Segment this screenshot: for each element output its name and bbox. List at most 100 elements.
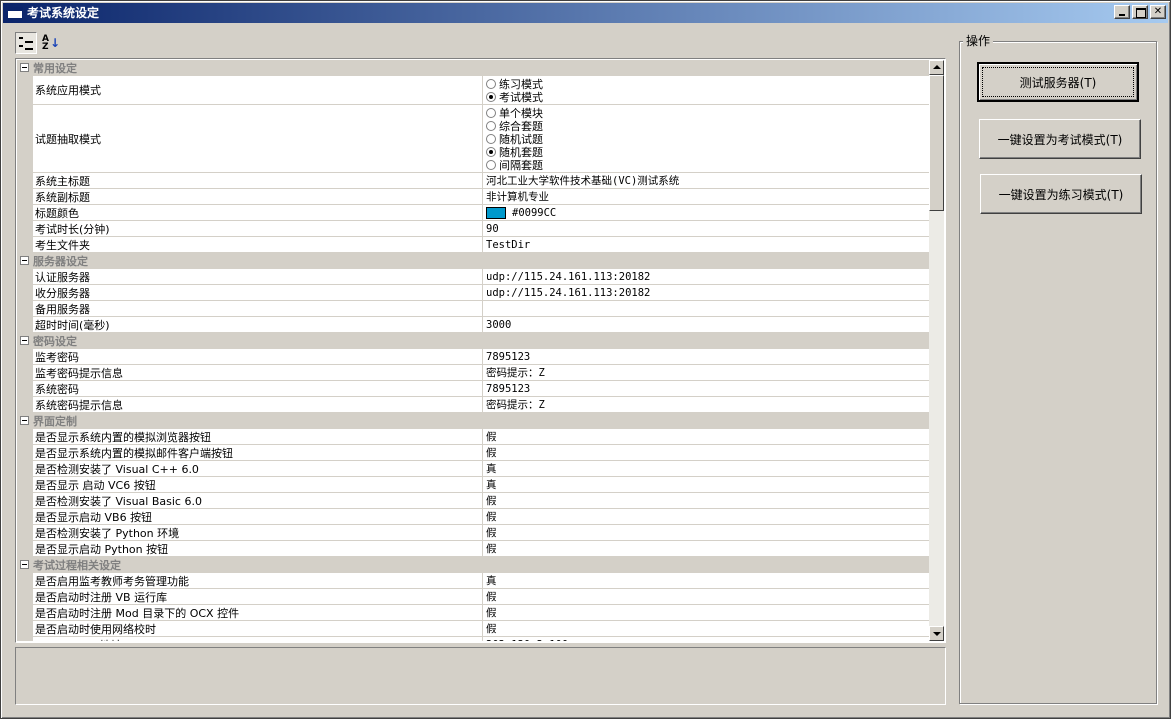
property-row[interactable]: 是否检测安装了 Visual C++ 6.0 真 (17, 461, 929, 477)
row-gutter (17, 429, 33, 444)
property-row[interactable]: 是否显示启动 VB6 按钮假 (17, 509, 929, 525)
category-row[interactable]: 服务器设定 (17, 253, 929, 269)
category-row[interactable]: 密码设定 (17, 333, 929, 349)
property-row[interactable]: 认证服务器 udp://115.24.161.113:20182 (17, 269, 929, 285)
property-row[interactable]: 收分服务器 udp://115.24.161.113:20182 (17, 285, 929, 301)
row-gutter (17, 461, 33, 476)
property-value[interactable]: 密码提示：Z (483, 365, 929, 380)
property-radio-value[interactable]: 单个模块 综合套题 随机试题 随机套题 间隔套题 (483, 105, 929, 172)
property-value[interactable]: udp://115.24.161.113:20182 (483, 285, 929, 300)
property-radio-value[interactable]: 练习模式 考试模式 (483, 76, 929, 104)
collapse-icon[interactable] (20, 560, 29, 569)
row-gutter (17, 509, 33, 524)
collapse-icon[interactable] (20, 63, 29, 72)
property-value[interactable]: 假 (483, 621, 929, 636)
row-gutter (17, 381, 33, 396)
collapse-icon[interactable] (20, 416, 29, 425)
property-row[interactable]: 是否启用监考教师考务管理功能真 (17, 573, 929, 589)
property-value[interactable] (483, 301, 929, 316)
alphabetical-view-button[interactable]: A Z ↓ (40, 32, 62, 54)
property-value[interactable]: 真 (483, 461, 929, 476)
category-row[interactable]: 常用设定 (17, 60, 929, 76)
row-gutter (17, 76, 33, 104)
property-name: NTP Server 地址 (33, 637, 483, 641)
property-row[interactable]: 备用服务器 (17, 301, 929, 317)
property-row[interactable]: 是否启动时使用网络校时假 (17, 621, 929, 637)
property-value[interactable]: 非计算机专业 (483, 189, 929, 204)
property-value[interactable]: 假 (483, 493, 929, 508)
property-value[interactable]: 假 (483, 509, 929, 524)
property-row[interactable]: 监考密码提示信息 密码提示：Z (17, 365, 929, 381)
property-row[interactable]: 考生文件夹 TestDir (17, 237, 929, 253)
property-row[interactable]: 是否启动时注册 VB 运行库假 (17, 589, 929, 605)
scroll-down-arrow-icon[interactable] (929, 626, 944, 641)
radio-button-icon[interactable] (486, 120, 496, 131)
category-label: 考试过程相关设定 (33, 558, 121, 572)
maximize-button[interactable] (1132, 5, 1148, 19)
property-value[interactable]: 7895123 (483, 349, 929, 364)
collapse-icon[interactable] (20, 256, 29, 265)
categorized-view-button[interactable] (15, 32, 37, 54)
scroll-thumb[interactable] (929, 75, 944, 211)
property-value[interactable]: 202.120.2.100 (483, 637, 929, 642)
property-name: 系统密码 (33, 381, 483, 396)
property-row[interactable]: 超时时间(毫秒) 3000 (17, 317, 929, 333)
set-practice-mode-button[interactable]: 一键设置为练习模式(T) (980, 174, 1142, 214)
property-row[interactable]: 是否检测安装了 Python 环境假 (17, 525, 929, 541)
property-value[interactable]: 假 (483, 605, 929, 620)
radio-button-icon[interactable] (486, 78, 496, 89)
set-exam-mode-button[interactable]: 一键设置为考试模式(T) (979, 119, 1141, 159)
property-value[interactable]: 假 (483, 589, 929, 604)
property-color-value[interactable]: #0099CC (483, 205, 929, 220)
collapse-icon[interactable] (20, 336, 29, 345)
vertical-scrollbar[interactable] (929, 60, 944, 641)
category-row[interactable]: 界面定制 (17, 413, 929, 429)
radio-button-icon[interactable] (486, 159, 496, 170)
property-value[interactable]: 假 (483, 525, 929, 540)
radio-button-icon[interactable] (486, 91, 496, 102)
radio-option[interactable]: 间隔套题 (486, 158, 543, 172)
row-gutter (17, 205, 33, 220)
radio-button-icon[interactable] (486, 133, 496, 144)
category-row[interactable]: 考试过程相关设定 (17, 557, 929, 573)
property-row[interactable]: NTP Server 地址202.120.2.100 (17, 637, 929, 641)
property-row[interactable]: 是否显示 启动 VC6 按钮真 (17, 477, 929, 493)
row-gutter (17, 445, 33, 460)
property-row[interactable]: 是否启动时注册 Mod 目录下的 OCX 控件假 (17, 605, 929, 621)
minimize-button[interactable] (1114, 5, 1130, 19)
radio-button-icon[interactable] (486, 146, 496, 157)
property-row[interactable]: 系统应用模式 练习模式 考试模式 (17, 76, 929, 105)
property-value[interactable]: 90 (483, 221, 929, 236)
radio-button-icon[interactable] (486, 107, 496, 118)
property-value[interactable]: 真 (483, 573, 929, 588)
property-value[interactable]: TestDir (483, 237, 929, 252)
property-row[interactable]: 系统密码 7895123 (17, 381, 929, 397)
property-value[interactable]: 假 (483, 429, 929, 444)
property-value[interactable]: 假 (483, 445, 929, 460)
property-row[interactable]: 试题抽取模式 单个模块 综合套题 随机试题 随机套题 间隔套题 (17, 105, 929, 173)
property-row[interactable]: 是否显示系统内置的模拟邮件客户端按钮假 (17, 445, 929, 461)
property-row[interactable]: 标题颜色 #0099CC (17, 205, 929, 221)
property-value[interactable]: 7895123 (483, 381, 929, 396)
test-server-button[interactable]: 测试服务器(T) (977, 62, 1139, 102)
row-gutter (17, 349, 33, 364)
property-row[interactable]: 系统副标题 非计算机专业 (17, 189, 929, 205)
property-value[interactable]: 河北工业大学软件技术基础(VC)测试系统 (483, 173, 929, 188)
property-row[interactable]: 系统密码提示信息 密码提示：Z (17, 397, 929, 413)
property-value[interactable]: 密码提示：Z (483, 397, 929, 412)
radio-option[interactable]: 考试模式 (486, 90, 543, 104)
property-row[interactable]: 是否显示启动 Python 按钮假 (17, 541, 929, 557)
close-button[interactable]: ✕ (1150, 5, 1166, 19)
property-row[interactable]: 系统主标题 河北工业大学软件技术基础(VC)测试系统 (17, 173, 929, 189)
property-row[interactable]: 考试时长(分钟) 90 (17, 221, 929, 237)
property-row[interactable]: 监考密码 7895123 (17, 349, 929, 365)
property-row[interactable]: 是否显示系统内置的模拟浏览器按钮假 (17, 429, 929, 445)
property-name: 收分服务器 (33, 285, 483, 300)
property-value[interactable]: udp://115.24.161.113:20182 (483, 269, 929, 284)
row-gutter (17, 365, 33, 380)
property-row[interactable]: 是否检测安装了 Visual Basic 6.0 假 (17, 493, 929, 509)
property-value[interactable]: 3000 (483, 317, 929, 332)
scroll-up-arrow-icon[interactable] (929, 60, 944, 75)
property-value[interactable]: 真 (483, 477, 929, 492)
property-value[interactable]: 假 (483, 541, 929, 556)
